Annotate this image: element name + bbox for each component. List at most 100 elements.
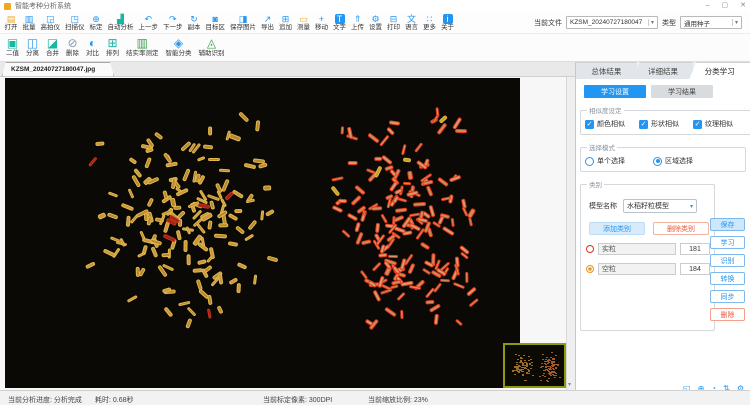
toolbar-button-doc-camera[interactable]: ◲高拍仪	[38, 14, 63, 32]
minimap-dot	[528, 360, 530, 361]
toolbar-button-prev-step[interactable]: ↶上一步	[136, 14, 161, 32]
toolbar-button-text[interactable]: T文字	[331, 14, 349, 32]
analyzed-seed-image[interactable]	[5, 78, 520, 388]
seed-grain	[127, 295, 138, 303]
minimap-dot	[553, 358, 555, 359]
sync-button[interactable]: 同步	[710, 290, 745, 303]
toolbar-button-export[interactable]: ↗导出	[259, 14, 277, 32]
tab-detailed-results[interactable]: 详细结果	[633, 62, 694, 79]
delete-category-button[interactable]: 删除类别	[653, 222, 709, 235]
tab-classification-learning[interactable]: 分类学习	[689, 62, 750, 79]
toolbar-button-measure[interactable]: ▭测量	[295, 14, 313, 32]
seed-grain	[238, 111, 249, 122]
toolbar-button-move[interactable]: +移动	[313, 14, 331, 32]
seed-grain	[437, 123, 447, 135]
minimap-dot	[552, 372, 554, 373]
toolbar-button-smart-classify[interactable]: ◈智能分类	[166, 37, 192, 58]
seed-grain	[461, 206, 468, 216]
recognize-button[interactable]: 识别	[710, 254, 745, 267]
toolbar-button-separate[interactable]: ◫分离	[26, 37, 39, 58]
learn-button[interactable]: 学习	[710, 236, 745, 249]
maximize-button[interactable]: ▢	[722, 1, 729, 11]
delete-button[interactable]: 删除	[710, 308, 745, 321]
toolbar-button-print[interactable]: ⊟打印	[385, 14, 403, 32]
toolbar-button-save-image[interactable]: ◨保存图片	[228, 14, 259, 32]
tab-overall-results[interactable]: 总体结果	[576, 62, 637, 79]
scroll-down-icon[interactable]: ▾	[568, 381, 571, 388]
seed-grain	[380, 288, 393, 295]
current-file-select[interactable]: KZSM_20240727180047 ▾	[566, 16, 658, 29]
close-button[interactable]: ✕	[740, 1, 746, 11]
minimap-dot	[544, 363, 546, 364]
radio-region-select[interactable]: 区域选择	[653, 156, 693, 166]
seed-grain	[442, 226, 455, 236]
seed-grain	[208, 158, 221, 161]
toolbar-button-open[interactable]: ▤打开	[2, 14, 20, 32]
canvas-scrollbar[interactable]: ▾	[566, 77, 575, 390]
minimap[interactable]	[503, 343, 566, 388]
toolbar-button-more[interactable]: ∷更多	[421, 14, 439, 32]
solid-grain-marker-icon[interactable]	[586, 245, 594, 253]
toolbar-button-about[interactable]: i关于	[439, 14, 457, 32]
seed-grain	[468, 297, 479, 307]
toolbar-button-next-step[interactable]: ↷下一步	[161, 14, 186, 32]
toolbar-button-merge[interactable]: ◪合并	[46, 37, 59, 58]
seed-grain	[196, 279, 203, 291]
print-icon: ⊟	[389, 14, 399, 24]
toolbar-button-settings[interactable]: ⚙设置	[367, 14, 385, 32]
type-label: 类型	[662, 18, 676, 28]
learning-results-button[interactable]: 学习结果	[651, 85, 713, 98]
toolbar-label: 智能分类	[166, 50, 192, 58]
category-name-field[interactable]: 实粒	[598, 243, 676, 255]
toolbar-button-delete[interactable]: ⊘删除	[66, 37, 79, 58]
empty-grain-marker-icon[interactable]	[586, 265, 594, 273]
toolbar-button-target-area[interactable]: ◙目标区	[203, 14, 228, 32]
checkbox-color-similar[interactable]: ✓ 颜色相似	[585, 119, 625, 129]
save-button[interactable]: 保存	[710, 218, 745, 231]
checkbox-checked-icon: ✓	[693, 120, 702, 129]
minimap-dot	[555, 355, 557, 356]
minimize-button[interactable]: –	[706, 1, 710, 11]
seed-grain	[187, 307, 197, 317]
model-select[interactable]: 水稻籽粒模型 ▾	[623, 199, 697, 213]
seed-grain	[371, 261, 381, 271]
checkbox-texture-similar[interactable]: ✓ 纹理相似	[693, 119, 733, 129]
seed-grain	[120, 203, 133, 211]
category-row-solid-grain: 实粒 181	[586, 243, 710, 255]
toolbar-button-batch[interactable]: ▥批量	[20, 14, 38, 32]
document-tab[interactable]: KZSM_20240727180047.jpg	[2, 62, 114, 76]
toolbar-button-duplicate[interactable]: ↻副本	[185, 14, 203, 32]
toolbar-button-contrast[interactable]: ◐对比	[86, 37, 99, 58]
toolbar-button-auto-analyze[interactable]: ▟自动分析	[105, 14, 136, 32]
minimap-dot	[552, 368, 554, 369]
app-logo-icon	[4, 3, 11, 10]
seed-grain	[228, 213, 239, 222]
minimap-dot	[549, 374, 551, 375]
minimap-dot	[531, 365, 533, 366]
similarity-group: 相似度设定 ✓ 颜色相似 ✓ 形状相似 ✓ 纹理相似	[580, 105, 750, 135]
toolbar-button-binary[interactable]: ▣二值	[6, 37, 19, 58]
toolbar-button-scanner[interactable]: ◳扫描仪	[63, 14, 88, 32]
checkbox-shape-similar[interactable]: ✓ 形状相似	[639, 119, 679, 129]
radio-single-select[interactable]: 单个选择	[585, 156, 625, 166]
toolbar-button-seed-rate-measure[interactable]: ▥结实率测定	[126, 37, 159, 58]
seed-grain	[203, 264, 213, 273]
toolbar-button-append[interactable]: ⊞追加	[277, 14, 295, 32]
convert-button[interactable]: 转换	[710, 272, 745, 285]
minimap-dot	[523, 355, 525, 356]
toolbar-button-calibrate[interactable]: ⊕标定	[87, 14, 105, 32]
type-select[interactable]: 通用种子 ▾	[680, 16, 742, 29]
seed-grain	[382, 155, 394, 166]
seed-grain	[389, 120, 401, 125]
category-name-field[interactable]: 空粒	[598, 263, 676, 275]
assist-recognize-icon: ◬	[207, 37, 216, 50]
toolbar-button-upload[interactable]: ⇑上传	[349, 14, 367, 32]
add-category-button[interactable]: 添加类别	[589, 222, 645, 235]
image-viewport[interactable]: ▾	[0, 77, 575, 390]
toolbar-button-assist-recognize[interactable]: ◬辅助识别	[199, 37, 225, 58]
toolbar-button-arrange[interactable]: ⊞排列	[106, 37, 119, 58]
minimap-dot	[529, 363, 531, 364]
toolbar-button-language[interactable]: 文语言	[403, 14, 421, 32]
learning-settings-button[interactable]: 学习设置	[584, 85, 646, 98]
seed-grain	[224, 191, 234, 201]
